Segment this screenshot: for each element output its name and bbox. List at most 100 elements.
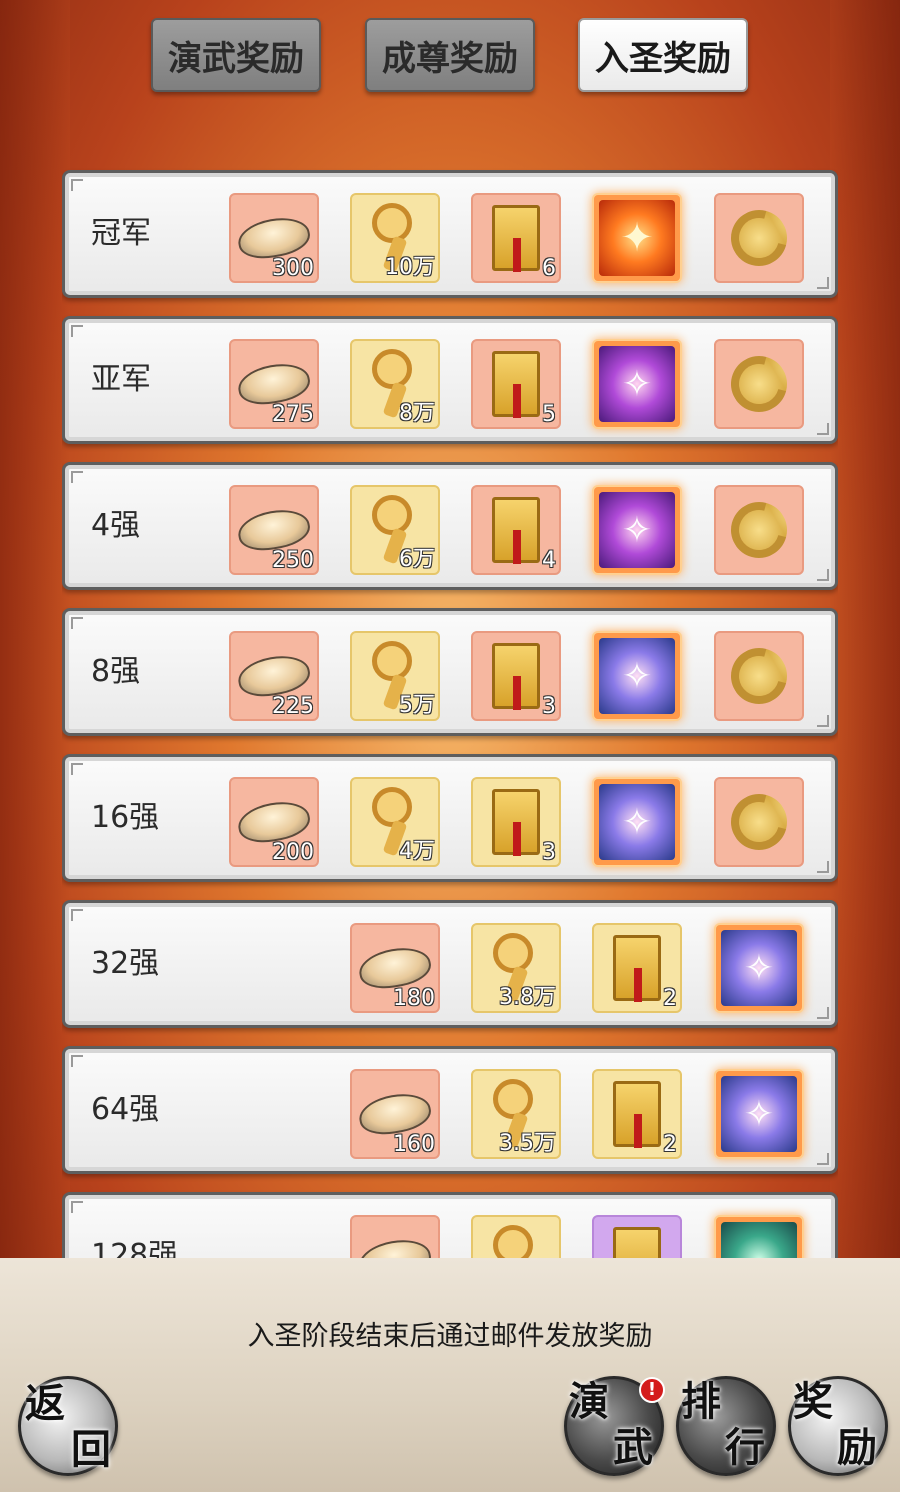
ranking-button[interactable]: 排 行: [676, 1376, 776, 1476]
rank-label: 4强: [91, 508, 141, 543]
item-count: 3.8万: [499, 985, 556, 1010]
swirl-icon: [720, 345, 798, 423]
reward-item[interactable]: ✧: [592, 777, 682, 867]
alert-badge: !: [639, 1377, 665, 1403]
reward-item[interactable]: [592, 1215, 682, 1258]
book-icon: [613, 1081, 661, 1148]
tab-yanwu-reward[interactable]: 演武奖励: [151, 18, 321, 92]
reward-item[interactable]: [714, 777, 804, 867]
item-count: 275: [272, 402, 314, 427]
dragon-icon: ✧: [599, 492, 675, 568]
reward-item[interactable]: 3: [471, 777, 561, 867]
reward-item[interactable]: [714, 1215, 804, 1258]
item-count: 3: [542, 840, 556, 865]
reward-item[interactable]: 160: [350, 1069, 440, 1159]
reward-item[interactable]: 180: [350, 923, 440, 1013]
book-icon: [613, 935, 661, 1002]
rank-label: 冠军: [91, 216, 151, 251]
reward-list[interactable]: 冠军 300 10万 6 ✦ 亚军 275 8万 5 ✧ 4强 250 6万 4 ✧ 8强 225 5万 3 ✧ 16强…: [62, 168, 838, 1258]
book-icon: [492, 351, 540, 418]
swirl-icon: [720, 199, 798, 277]
reward-item[interactable]: ✧: [592, 631, 682, 721]
rank-label: 32强: [91, 946, 160, 981]
ranking-glyph-2: 行: [725, 1424, 765, 1471]
reward-item[interactable]: 2: [592, 1069, 682, 1159]
reward-item[interactable]: ✧: [592, 339, 682, 429]
item-count: 200: [272, 840, 314, 865]
tab-chengzun-reward[interactable]: 成尊奖励: [365, 18, 535, 92]
item-count: 5: [542, 402, 556, 427]
reward-item[interactable]: 225: [229, 631, 319, 721]
item-count: 160: [393, 1132, 435, 1157]
item-count: 4万: [399, 839, 435, 864]
reward-item[interactable]: 6: [471, 193, 561, 283]
book-icon: [492, 643, 540, 710]
item-count: 2: [663, 1132, 677, 1157]
reward-item[interactable]: ✧: [714, 923, 804, 1013]
reward-item[interactable]: [714, 485, 804, 575]
reward-item[interactable]: 8万: [350, 339, 440, 429]
back-glyph-2: 回: [71, 1426, 111, 1473]
reward-row: 8强 225 5万 3 ✧: [62, 608, 838, 736]
reward-item[interactable]: 3.5万: [471, 1069, 561, 1159]
swirl-icon: [720, 637, 798, 715]
rank-label: 亚军: [91, 362, 151, 397]
reward-item[interactable]: [350, 1215, 440, 1258]
crane-green-icon: [721, 1222, 797, 1258]
reward-item[interactable]: 300: [229, 193, 319, 283]
reward-button[interactable]: 奖 励: [788, 1376, 888, 1476]
reward-item[interactable]: 3.8万: [471, 923, 561, 1013]
reward-row: 128强: [62, 1192, 838, 1258]
reward-item[interactable]: ✧: [592, 485, 682, 575]
book-icon: [613, 1227, 661, 1258]
reward-item[interactable]: [714, 339, 804, 429]
reward-item[interactable]: ✦: [592, 193, 682, 283]
reward-row: 冠军 300 10万 6 ✦: [62, 170, 838, 298]
reward-glyph-2: 励: [837, 1424, 877, 1471]
item-count: 3: [542, 694, 556, 719]
reward-item[interactable]: [471, 1215, 561, 1258]
dragon-icon: ✧: [599, 346, 675, 422]
reward-item[interactable]: 2: [592, 923, 682, 1013]
reward-item[interactable]: [714, 631, 804, 721]
reward-item[interactable]: 3: [471, 631, 561, 721]
reward-item[interactable]: 4万: [350, 777, 440, 867]
item-count: 8万: [399, 401, 435, 426]
reward-row: 32强 180 3.8万 2 ✧: [62, 900, 838, 1028]
item-count: 225: [272, 694, 314, 719]
crane-icon: ✧: [721, 1076, 797, 1152]
back-button[interactable]: 返 回: [18, 1376, 118, 1476]
item-count: 3.5万: [499, 1131, 556, 1156]
yanwu-button[interactable]: 演 武 !: [564, 1376, 665, 1476]
reward-item[interactable]: 275: [229, 339, 319, 429]
swirl-icon: [720, 491, 798, 569]
tab-rusheng-reward[interactable]: 入圣奖励: [578, 18, 748, 92]
reward-item[interactable]: 5万: [350, 631, 440, 721]
yanwu-glyph-2: 武: [613, 1424, 653, 1471]
item-count: 300: [272, 256, 314, 281]
book-icon: [492, 789, 540, 856]
reward-row: 16强 200 4万 3 ✧: [62, 754, 838, 882]
rank-label: 128强: [91, 1238, 179, 1258]
reward-item[interactable]: 250: [229, 485, 319, 575]
reward-item[interactable]: [714, 193, 804, 283]
reward-row: 64强 160 3.5万 2 ✧: [62, 1046, 838, 1174]
reward-item[interactable]: 5: [471, 339, 561, 429]
item-count: 4: [542, 548, 556, 573]
reward-tabs: 演武奖励 成尊奖励 入圣奖励: [0, 18, 900, 94]
book-icon: [492, 205, 540, 272]
yanwu-glyph-1: 演: [569, 1378, 609, 1425]
reward-item[interactable]: 4: [471, 485, 561, 575]
reward-item[interactable]: ✧: [714, 1069, 804, 1159]
reward-row: 亚军 275 8万 5 ✧: [62, 316, 838, 444]
rank-label: 8强: [91, 654, 141, 689]
item-count: 180: [393, 986, 435, 1011]
crane-icon: ✧: [599, 638, 675, 714]
reward-item[interactable]: 10万: [350, 193, 440, 283]
reward-item[interactable]: 200: [229, 777, 319, 867]
background-pillar-left: [0, 0, 70, 1260]
back-glyph-1: 返: [25, 1380, 65, 1427]
item-count: 10万: [385, 255, 435, 280]
reward-item[interactable]: 6万: [350, 485, 440, 575]
crane-icon: ✧: [721, 930, 797, 1006]
